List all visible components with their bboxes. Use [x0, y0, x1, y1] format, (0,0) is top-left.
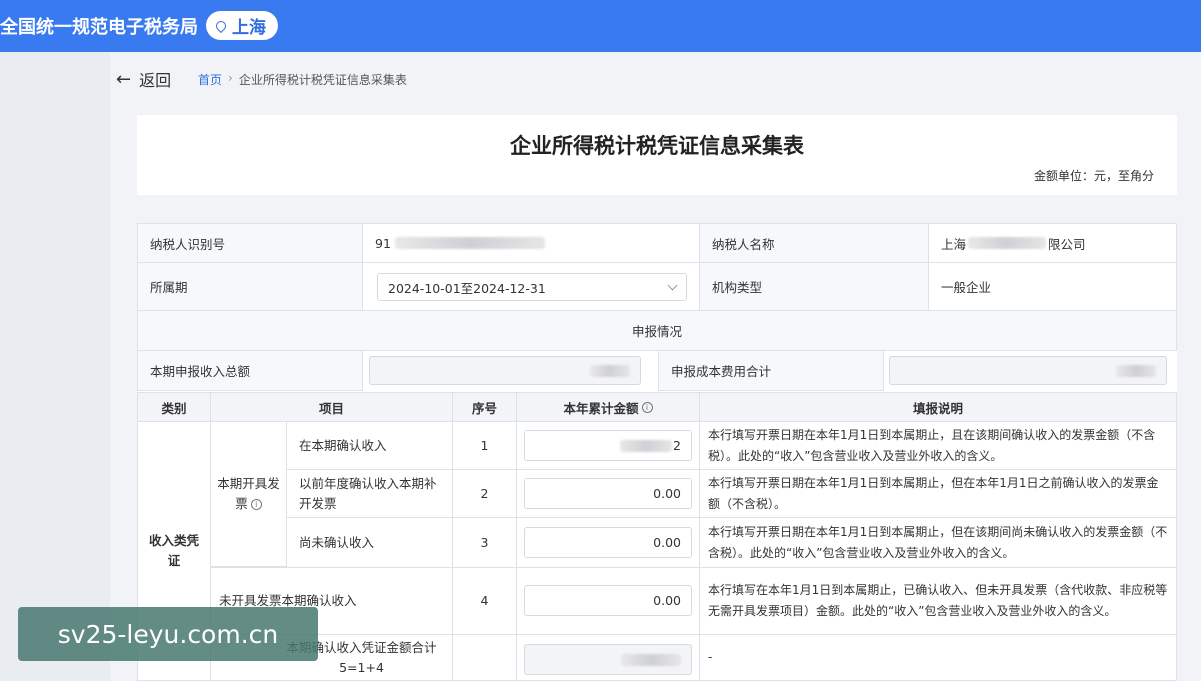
row5-amount-field	[524, 644, 692, 675]
row5-formula: 5=1+4	[339, 659, 384, 675]
taxpayer-id-value: 91	[362, 223, 700, 263]
group-invoiced: 本期开具发票 i	[210, 421, 287, 567]
declaration-section-title: 申报情况	[137, 310, 1177, 351]
declared-cost-field	[889, 356, 1167, 385]
col-seq: 序号	[452, 392, 517, 422]
row3-item: 尚未确认收入	[286, 517, 453, 568]
page-title: 企业所得税计税凭证信息采集表	[510, 134, 804, 158]
taxpayer-id-prefix: 91	[375, 235, 391, 251]
period-label: 所属期	[137, 262, 363, 311]
info-icon[interactable]: i	[250, 499, 262, 510]
row5-description: -	[699, 634, 1177, 681]
row3-seq: 3	[452, 517, 517, 568]
col-category: 类别	[137, 392, 211, 422]
top-bar: 全国统一规范电子税务局 上海	[0, 0, 1201, 52]
row3-amount-input[interactable]: 0.00	[524, 527, 692, 558]
row4-amount-input[interactable]: 0.00	[524, 585, 692, 616]
row1-item: 在本期确认收入	[286, 421, 453, 470]
row1-amount-visible: 2	[673, 438, 681, 453]
info-icon[interactable]: i	[641, 401, 653, 413]
col-amount: 本年累计金额 i	[516, 392, 700, 422]
row4-seq: 4	[452, 567, 517, 635]
redacted-mask	[621, 653, 681, 666]
redacted-mask	[620, 439, 673, 452]
site-title[interactable]: 全国统一规范电子税务局	[0, 13, 198, 39]
location-pin-icon	[213, 18, 229, 33]
back-button[interactable]: ← 返回	[116, 67, 171, 91]
breadcrumb-home[interactable]: 首页	[198, 71, 222, 88]
col-item: 项目	[210, 392, 453, 422]
redacted-mask	[968, 237, 1047, 249]
redacted-mask	[394, 237, 545, 249]
declared-cost-label: 申报成本费用合计	[658, 350, 884, 391]
watermark: sv25-leyu.com.cn	[18, 607, 318, 661]
breadcrumb: 首页 › 企业所得税计税凭证信息采集表	[198, 71, 407, 88]
unit-note: 金额单位：元，至角分	[1033, 169, 1154, 183]
row4-description: 本行填写在本年1月1日到本属期止，已确认收入、但未开具发票（含代收款、非应税等无…	[699, 567, 1177, 635]
redacted-mask	[590, 364, 630, 377]
region-selector[interactable]: 上海	[206, 11, 278, 40]
title-panel: 企业所得税计税凭证信息采集表 金额单位：元，至角分	[137, 115, 1177, 195]
region-label: 上海	[232, 18, 266, 38]
row1-seq: 1	[452, 421, 517, 470]
col-amount-label: 本年累计金额	[563, 400, 639, 416]
row1-amount-input[interactable]: 2	[524, 430, 692, 461]
period-value: 2024-10-01至2024-12-31	[388, 280, 546, 296]
back-arrow-icon: ←	[116, 68, 132, 90]
row2-description: 本行填写开票日期在本年1月1日到本属期止，但在本年1月1日之前确认收入的发票金额…	[699, 469, 1177, 518]
taxpayer-name-value: 上海 限公司	[928, 223, 1177, 263]
declared-income-label: 本期申报收入总额	[137, 350, 363, 391]
org-type-label: 机构类型	[699, 262, 929, 311]
breadcrumb-separator: ›	[228, 71, 233, 85]
taxpayer-name-suffix: 限公司	[1048, 236, 1086, 252]
org-type-value: 一般企业	[928, 262, 1177, 311]
row5-seq	[452, 634, 517, 681]
sidebar	[0, 52, 110, 681]
col-description: 填报说明	[699, 392, 1177, 422]
breadcrumb-current: 企业所得税计税凭证信息采集表	[238, 73, 407, 87]
taxpayer-name-prefix: 上海	[941, 236, 967, 252]
row2-amount-input[interactable]: 0.00	[524, 478, 692, 509]
row1-description: 本行填写开票日期在本年1月1日到本属期止，且在该期间确认收入的发票金额（不含税）…	[699, 421, 1177, 470]
row3-description: 本行填写开票日期在本年1月1日到本属期止，但在该期间尚未确认收入的发票金额（不含…	[699, 517, 1177, 568]
period-select[interactable]: 2024-10-01至2024-12-31	[377, 273, 687, 301]
redacted-mask	[1116, 364, 1156, 377]
taxpayer-id-label: 纳税人识别号	[137, 223, 363, 263]
back-label: 返回	[139, 71, 172, 90]
row2-item: 以前年度确认收入本期补开发票	[286, 469, 453, 518]
taxpayer-name-label: 纳税人名称	[699, 223, 929, 263]
declared-income-field	[369, 356, 641, 385]
chevron-down-icon	[667, 280, 678, 290]
group-invoiced-label: 本期开具发票	[217, 476, 280, 511]
row2-seq: 2	[452, 469, 517, 518]
